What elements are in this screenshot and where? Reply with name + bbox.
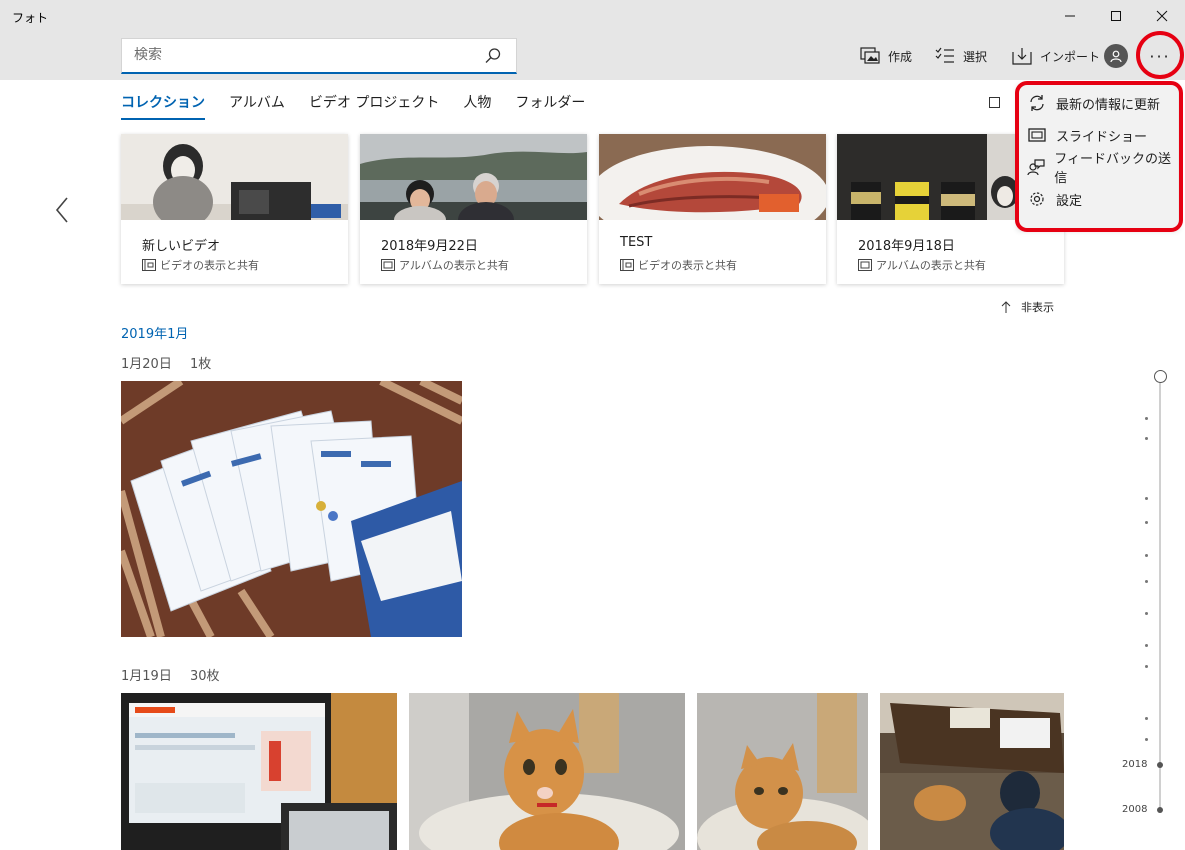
day-header: 1月19日 30枚 — [121, 665, 234, 684]
select-icon — [935, 47, 954, 63]
card-subtitle: アルバムの表示と共有 — [399, 259, 509, 272]
timeline-marker — [1145, 580, 1148, 583]
photo-thumbnail[interactable] — [121, 693, 397, 850]
menu-item-label: スライドショー — [1056, 129, 1148, 145]
tab-albums[interactable]: アルバム — [229, 92, 285, 120]
card-title: 新しいビデオ — [142, 239, 221, 254]
more-options-menu: 最新の情報に更新 スライドショー フィードバックの送信 設定 — [1018, 84, 1178, 228]
select-checkbox[interactable] — [989, 97, 1000, 108]
menu-item-label: フィードバックの送信 — [1054, 152, 1171, 186]
menu-item-slideshow[interactable]: スライドショー — [1018, 119, 1178, 151]
search-icon[interactable] — [484, 47, 502, 65]
timeline-year-marker — [1157, 807, 1163, 813]
timeline-year-label[interactable]: 2018 — [1122, 759, 1147, 770]
hide-label: 非表示 — [1021, 301, 1054, 314]
title-bar: フォト — [0, 0, 1185, 32]
gear-icon — [1030, 192, 1044, 206]
card-subtitle: ビデオの表示と共有 — [638, 259, 737, 272]
menu-item-feedback[interactable]: フィードバックの送信 — [1018, 151, 1178, 186]
create-icon — [860, 47, 880, 64]
card-thumbnail — [121, 134, 348, 220]
video-icon — [620, 259, 634, 271]
timeline-marker — [1145, 612, 1148, 615]
tab-video-projects[interactable]: ビデオ プロジェクト — [309, 92, 439, 120]
card-subtitle: アルバムの表示と共有 — [876, 259, 986, 272]
import-label: インポート — [1040, 49, 1101, 64]
collection-card[interactable]: 新しいビデオ ビデオの表示と共有 — [121, 134, 348, 284]
timeline-marker — [1145, 717, 1148, 720]
import-icon — [1012, 48, 1032, 65]
import-button[interactable]: インポート — [1012, 45, 1100, 67]
feedback-icon — [1027, 159, 1045, 176]
select-label: 選択 — [963, 49, 988, 64]
day-count: 1枚 — [189, 357, 212, 372]
card-thumbnail — [360, 134, 587, 220]
tab-people[interactable]: 人物 — [463, 92, 491, 120]
timeline-marker — [1145, 644, 1148, 647]
timeline-marker — [1145, 554, 1148, 557]
timeline-marker — [1145, 521, 1148, 524]
day-count: 30枚 — [189, 669, 220, 684]
day-date: 1月20日 — [121, 357, 172, 372]
month-header: 2019年1月 — [121, 327, 189, 342]
nav-tabs: コレクション アルバム ビデオ プロジェクト 人物 フォルダー — [121, 92, 609, 120]
collection-card[interactable]: TEST ビデオの表示と共有 — [599, 134, 826, 284]
timeline-marker — [1145, 417, 1148, 420]
more-icon: ··· — [1149, 46, 1171, 66]
arrow-up-icon — [1001, 301, 1011, 313]
carousel-prev-button[interactable] — [50, 195, 74, 225]
search-box[interactable] — [121, 38, 517, 74]
timeline-year-marker — [1157, 762, 1163, 768]
timeline-marker — [1145, 497, 1148, 500]
close-button[interactable] — [1139, 0, 1185, 32]
menu-item-label: 最新の情報に更新 — [1056, 97, 1161, 113]
app-title: フォト — [12, 11, 49, 25]
video-icon — [142, 259, 156, 271]
tab-folders[interactable]: フォルダー — [515, 92, 585, 120]
timeline-marker — [1145, 738, 1148, 741]
day-date: 1月19日 — [121, 669, 172, 684]
slideshow-icon — [1028, 128, 1046, 142]
tab-collection[interactable]: コレクション — [121, 92, 205, 120]
photo-thumbnail[interactable] — [409, 693, 685, 850]
minimize-button[interactable] — [1047, 0, 1093, 32]
refresh-icon — [1030, 95, 1044, 111]
timeline-marker — [1145, 665, 1148, 668]
photo-thumbnail[interactable] — [697, 693, 868, 850]
account-avatar[interactable] — [1104, 44, 1128, 68]
create-button[interactable]: 作成 — [860, 45, 912, 67]
menu-item-refresh[interactable]: 最新の情報に更新 — [1018, 87, 1178, 119]
timeline-track — [1159, 383, 1161, 813]
search-input[interactable] — [134, 47, 474, 63]
hide-collections-button[interactable]: 非表示 — [1001, 299, 1054, 315]
timeline-year-label[interactable]: 2008 — [1122, 804, 1147, 815]
close-icon — [1156, 10, 1168, 22]
timeline-handle[interactable] — [1154, 370, 1167, 383]
card-title: 2018年9月22日 — [381, 239, 478, 254]
maximize-button[interactable] — [1093, 0, 1139, 32]
person-icon — [1110, 50, 1122, 63]
menu-item-settings[interactable]: 設定 — [1018, 183, 1178, 215]
day-header: 1月20日 1枚 — [121, 353, 225, 372]
header-bar: 作成 選択 インポート ··· — [0, 32, 1185, 80]
collection-card[interactable]: 2018年9月22日 アルバムの表示と共有 — [360, 134, 587, 284]
create-label: 作成 — [888, 49, 913, 64]
chevron-left-icon — [55, 197, 68, 223]
album-icon — [381, 259, 395, 271]
timeline-marker — [1145, 437, 1148, 440]
more-options-button[interactable]: ··· — [1140, 34, 1180, 78]
card-thumbnail — [599, 134, 826, 220]
photo-thumbnail[interactable] — [121, 381, 462, 637]
card-title: 2018年9月18日 — [858, 239, 955, 254]
maximize-icon — [1111, 11, 1121, 21]
menu-item-label: 設定 — [1056, 193, 1083, 209]
album-icon — [858, 259, 872, 271]
select-button[interactable]: 選択 — [935, 45, 987, 67]
card-title: TEST — [620, 235, 653, 250]
timeline-scrubber[interactable]: 2018 2008 — [1120, 360, 1180, 820]
minimize-icon — [1065, 15, 1075, 17]
card-subtitle: ビデオの表示と共有 — [160, 259, 259, 272]
photo-thumbnail[interactable] — [880, 693, 1064, 850]
